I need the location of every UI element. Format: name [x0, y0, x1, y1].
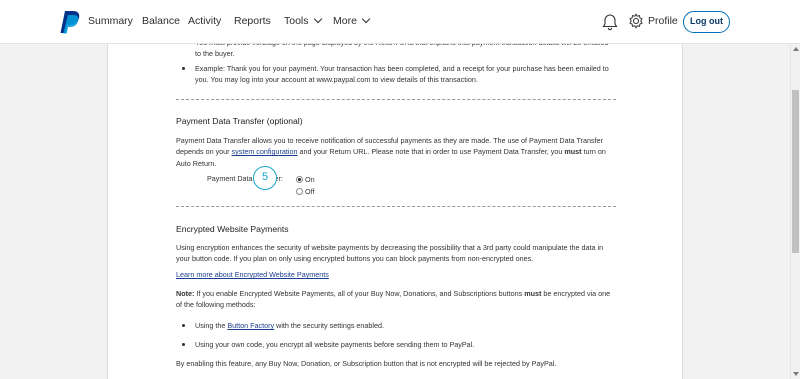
return-url-notes: You must provide verbiage on the page di…	[176, 44, 616, 85]
step-number-badge: 5	[253, 166, 277, 190]
encryption-methods: Using the Button Factory with the securi…	[176, 320, 616, 351]
nav-balance[interactable]: Balance	[142, 15, 180, 27]
section-divider	[176, 99, 616, 100]
pdt-off-radio[interactable]: Off	[296, 186, 314, 197]
profile-label: Profile	[648, 15, 678, 27]
note-text: If you enable Encrypted Website Payments…	[194, 289, 525, 298]
logout-button[interactable]: Log out	[683, 11, 730, 33]
pdt-description: Payment Data Transfer allows you to rece…	[176, 135, 616, 169]
page-scrollbar[interactable]	[790, 44, 800, 379]
chevron-down-icon	[313, 14, 322, 24]
ewp-description: Using encryption enhances the security o…	[176, 243, 604, 264]
gear-icon	[629, 13, 643, 29]
system-configuration-link[interactable]: system configuration	[232, 147, 298, 156]
nav-reports[interactable]: Reports	[234, 15, 271, 27]
chevron-down-icon	[361, 14, 371, 24]
scrollbar-thumb[interactable]	[792, 90, 799, 253]
list-text: Using the	[195, 321, 228, 330]
pdt-heading: Payment Data Transfer (optional)	[176, 116, 303, 126]
top-navigation: Summary Balance Activity Reports Tools M…	[0, 0, 800, 44]
nav-activity[interactable]: Activity	[188, 15, 221, 27]
nav-more-label: More	[333, 15, 357, 27]
pdt-desc-text: and your Return URL. Please note that in…	[297, 147, 565, 157]
radio-off-label: Off	[305, 187, 315, 196]
nav-more[interactable]: More	[333, 14, 371, 27]
bell-icon[interactable]	[602, 13, 618, 31]
radio-on-label: On	[305, 175, 315, 184]
pdt-on-radio[interactable]: On	[296, 174, 315, 185]
content-panel: You must provide verbiage on the page di…	[107, 44, 683, 379]
scroll-up-arrow[interactable]	[793, 47, 799, 51]
ewp-note: Note: If you enable Encrypted Website Pa…	[176, 288, 616, 311]
radio-on-button[interactable]	[296, 176, 303, 184]
note-label: Note:	[176, 289, 195, 298]
paypal-logo-icon[interactable]	[60, 10, 82, 34]
note-bold: must	[524, 289, 542, 298]
nav-tools[interactable]: Tools	[284, 14, 322, 27]
list-item: You must provide verbiage on the page di…	[176, 44, 616, 60]
list-item: Using your own code, you encrypt all web…	[176, 339, 616, 350]
scroll-down-arrow[interactable]	[793, 372, 799, 376]
nav-tools-label: Tools	[284, 15, 309, 27]
nav-summary[interactable]: Summary	[88, 15, 133, 27]
learn-more-ewp-link[interactable]: Learn more about Encrypted Website Payme…	[176, 269, 329, 280]
button-factory-link[interactable]: Button Factory	[227, 321, 274, 330]
list-item: Example: Thank you for your payment. You…	[176, 63, 616, 86]
radio-off-button[interactable]	[296, 188, 303, 196]
list-text: with the security settings enabled.	[274, 321, 384, 330]
pdt-desc-bold: must	[564, 147, 582, 157]
section-divider	[176, 206, 616, 207]
list-item: Using the Button Factory with the securi…	[176, 320, 616, 331]
ewp-heading: Encrypted Website Payments	[176, 224, 289, 234]
ewp-footer-note: By enabling this feature, any Buy Now, D…	[176, 359, 557, 368]
